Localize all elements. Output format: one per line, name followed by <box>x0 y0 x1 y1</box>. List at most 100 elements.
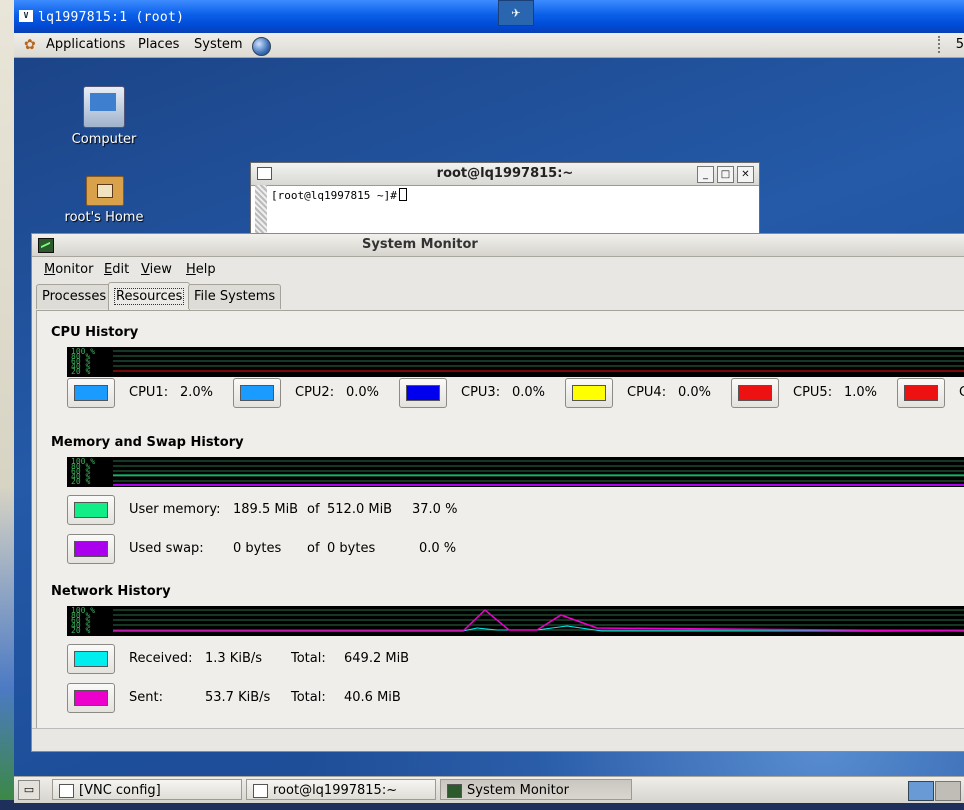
web-browser-launcher-icon[interactable] <box>252 37 271 56</box>
system-monitor-icon <box>447 784 462 798</box>
cpu5-label: CPU5: <box>793 385 833 400</box>
sent-color-button[interactable] <box>67 683 115 713</box>
cpu1-color-button[interactable] <box>67 378 115 408</box>
received-rate: 1.3 KiB/s <box>205 651 263 666</box>
sent-total: 40.6 MiB <box>344 690 401 705</box>
workspace-1-button[interactable] <box>908 781 934 801</box>
memory-history-graph: 100 % 80 % 60 % 40 % 20 % <box>67 457 964 487</box>
menu-monitor[interactable]: Monitor <box>44 262 93 277</box>
task-vnc-config[interactable]: [VNC config] <box>52 779 242 800</box>
menu-label-rest: onitor <box>55 262 94 277</box>
menu-label-rest: iew <box>149 262 172 277</box>
computer-icon <box>83 86 125 128</box>
home-folder-icon <box>84 166 124 206</box>
text-cursor <box>398 188 407 201</box>
system-monitor-tabs: Processes Resources File Systems <box>36 281 961 311</box>
prompt-text: [root@lq1997815 ~]# <box>271 189 397 202</box>
menu-label-rest: dit <box>112 262 130 277</box>
tab-resources[interactable]: Resources <box>108 282 191 311</box>
user-memory-percent: 37.0 % <box>412 502 458 517</box>
task-terminal[interactable]: root@lq1997815:~ <box>246 779 436 800</box>
system-monitor-titlebar[interactable]: System Monitor <box>32 234 964 257</box>
window-icon <box>59 784 74 798</box>
network-history-graph: 100 % 80 % 60 % 40 % 20 % <box>67 606 964 636</box>
tab-processes[interactable]: Processes <box>36 284 113 309</box>
panel-drag-handle[interactable] <box>938 36 942 53</box>
mnemonic: H <box>186 262 196 277</box>
system-monitor-menubar: Monitor Edit View Help <box>32 257 964 281</box>
user-memory-color-button[interactable] <box>67 495 115 525</box>
desktop-icon-label: root's Home <box>64 210 144 225</box>
terminal-titlebar[interactable]: root@lq1997815:~ _ □ ✕ <box>251 163 759 186</box>
user-memory-used: 189.5 MiB <box>233 502 299 517</box>
cpu-legend-row: CPU1: 2.0% CPU2: 0.0% CPU3: 0.0% CPU4: 0.0% CPU5… <box>37 311 964 421</box>
axis-tick-label: 20 % <box>71 477 90 486</box>
cpu5-swatch <box>738 385 772 401</box>
minimize-button[interactable]: _ <box>697 166 714 183</box>
tab-file-systems[interactable]: File Systems <box>188 284 282 309</box>
swap-color-button[interactable] <box>67 534 115 564</box>
terminal-window[interactable]: root@lq1997815:~ _ □ ✕ [root@lq1997815 ~… <box>250 162 760 244</box>
user-memory-label: User memory: <box>129 502 221 517</box>
menu-view[interactable]: View <box>141 262 172 277</box>
maximize-button[interactable]: □ <box>717 166 734 183</box>
memory-graph-svg: 100 %80 %60 %40 %20 % <box>71 457 964 486</box>
panel-clock-fragment: 5 <box>955 37 964 52</box>
received-swatch <box>74 651 108 667</box>
task-system-monitor[interactable]: System Monitor <box>440 779 632 800</box>
system-monitor-window[interactable]: System Monitor Monitor Edit View Help Pr… <box>31 233 964 752</box>
desktop-icon-label: Computer <box>71 132 137 147</box>
resources-panel: CPU History 100 % 80 % 60 % 40 % 20 % CPU1: 2… <box>36 310 964 729</box>
mnemonic: E <box>104 262 113 277</box>
cpu2-color-button[interactable] <box>233 378 281 408</box>
mnemonic: M <box>44 262 56 277</box>
cpu5-color-button[interactable] <box>731 378 779 408</box>
menu-places[interactable]: Places <box>138 37 179 52</box>
workspace-2-button[interactable] <box>935 781 961 801</box>
cpu6-color-button[interactable] <box>897 378 945 408</box>
sent-swatch <box>74 690 108 706</box>
cpu1-value: 2.0% <box>180 385 214 400</box>
vnc-toolbar-logo-icon[interactable]: ✈ <box>498 0 534 26</box>
tab-resources-label: Resources <box>114 288 185 305</box>
cpu4-color-button[interactable] <box>565 378 613 408</box>
vnc-window-title: lq1997815:1 (root) <box>38 10 185 25</box>
cpu5-value: 1.0% <box>844 385 878 400</box>
terminal-icon <box>253 784 268 798</box>
swap-used: 0 bytes <box>233 541 282 556</box>
user-memory-of: of <box>307 502 320 517</box>
terminal-title: root@lq1997815:~ <box>436 166 574 181</box>
received-color-button[interactable] <box>67 644 115 674</box>
sent-total-label: Total: <box>291 690 326 705</box>
desktop-icon-computer[interactable]: Computer <box>59 86 149 147</box>
cpu3-value: 0.0% <box>512 385 546 400</box>
network-history-title: Network History <box>51 584 171 599</box>
cpu4-swatch <box>572 385 606 401</box>
terminal-prompt[interactable]: [root@lq1997815 ~]# <box>271 188 407 202</box>
swap-percent: 0.0 % <box>419 541 457 556</box>
host-desktop-edge <box>0 0 14 810</box>
user-memory-swatch <box>74 502 108 518</box>
menu-help[interactable]: Help <box>186 262 216 277</box>
sent-rate: 53.7 KiB/s <box>205 690 271 705</box>
menu-label-rest: elp <box>195 262 216 277</box>
vnc-app-icon: V <box>19 10 33 22</box>
close-button[interactable]: ✕ <box>737 166 754 183</box>
cpu1-label: CPU1: <box>129 385 169 400</box>
gnome-top-panel: ✿ Applications Places System 5 <box>14 33 964 58</box>
swap-swatch <box>74 541 108 557</box>
vnc-window-titlebar[interactable]: V lq1997815:1 (root) ✈ <box>14 0 964 33</box>
cpu3-color-button[interactable] <box>399 378 447 408</box>
cpu2-swatch <box>240 385 274 401</box>
received-total: 649.2 MiB <box>344 651 410 666</box>
desktop-icon-home[interactable]: root's Home <box>59 166 149 225</box>
system-monitor-title: System Monitor <box>362 237 478 252</box>
menu-edit[interactable]: Edit <box>104 262 129 277</box>
cpu6-swatch <box>904 385 938 401</box>
menu-applications[interactable]: Applications <box>46 37 125 52</box>
task-label: System Monitor <box>467 783 570 798</box>
show-desktop-button[interactable]: ▭ <box>18 780 40 800</box>
graph-axis-labels: 100 %80 %60 %40 %20 % <box>71 606 95 635</box>
menu-system[interactable]: System <box>194 37 242 52</box>
graph-gridlines <box>113 609 964 631</box>
